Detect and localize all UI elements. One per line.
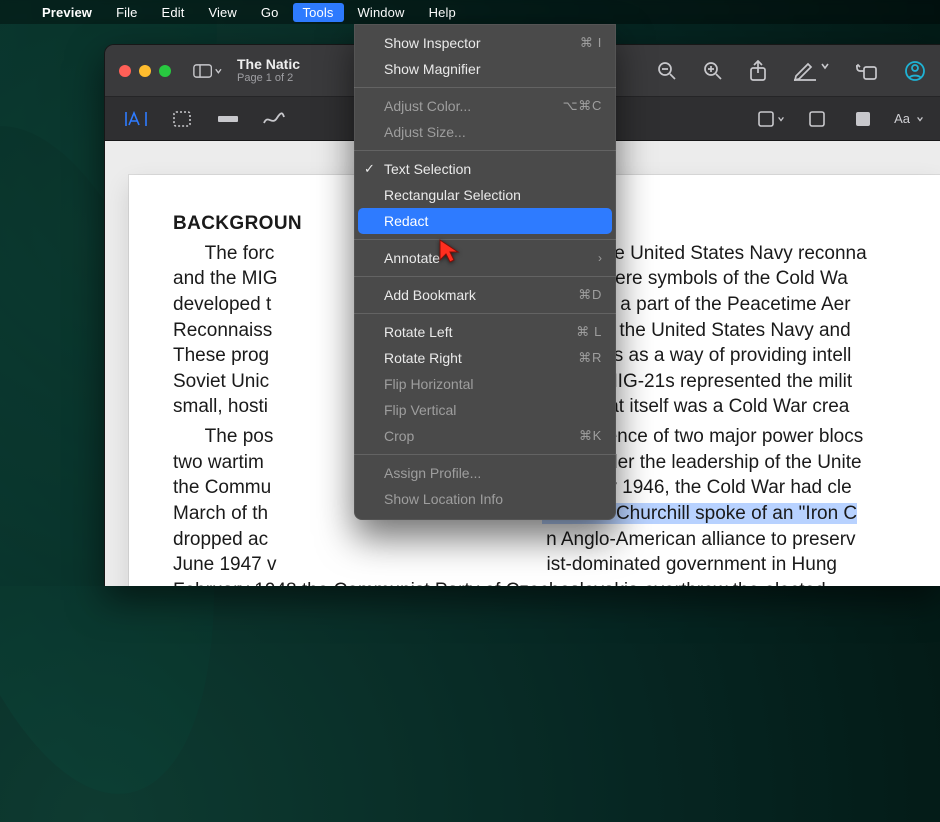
rotate-icon[interactable] bbox=[856, 61, 878, 81]
fullscreen-button[interactable] bbox=[159, 65, 171, 77]
zoom-in-icon[interactable] bbox=[703, 61, 723, 81]
tools-menu: Show Inspector⌘ I Show Magnifier Adjust … bbox=[354, 24, 616, 520]
menubar: Preview File Edit View Go Tools Window H… bbox=[0, 0, 940, 24]
menubar-item-go[interactable]: Go bbox=[251, 3, 289, 22]
menubar-item-tools[interactable]: Tools bbox=[293, 3, 344, 22]
chevron-right-icon: › bbox=[598, 251, 602, 265]
font-label: Aa bbox=[894, 111, 910, 126]
minimize-button[interactable] bbox=[139, 65, 151, 77]
menu-item-show-magnifier[interactable]: Show Magnifier bbox=[354, 56, 616, 82]
markup-icon[interactable] bbox=[793, 61, 830, 81]
menubar-item-view[interactable]: View bbox=[198, 3, 246, 22]
menu-item-text-selection[interactable]: ✓ Text Selection bbox=[354, 156, 616, 182]
redact-tool[interactable] bbox=[213, 106, 243, 132]
close-button[interactable] bbox=[119, 65, 131, 77]
menu-item-show-location-info: Show Location Info bbox=[354, 486, 616, 512]
fill-color-button[interactable] bbox=[848, 106, 878, 132]
menu-item-show-inspector[interactable]: Show Inspector⌘ I bbox=[354, 30, 616, 56]
menubar-item-edit[interactable]: Edit bbox=[152, 3, 195, 22]
border-color-button[interactable] bbox=[802, 106, 832, 132]
font-button[interactable]: Aa bbox=[894, 111, 924, 126]
menu-item-add-bookmark[interactable]: Add Bookmark⌘D bbox=[354, 282, 616, 308]
menu-item-rotate-left[interactable]: Rotate Left⌘ L bbox=[354, 319, 616, 345]
menu-item-redact[interactable]: Redact bbox=[358, 208, 612, 234]
menu-item-rotate-right[interactable]: Rotate Right⌘R bbox=[354, 345, 616, 371]
text-select-tool[interactable] bbox=[121, 106, 151, 132]
menubar-item-preview[interactable]: Preview bbox=[32, 3, 102, 22]
shape-style-button[interactable] bbox=[756, 106, 786, 132]
menu-item-adjust-size: Adjust Size... bbox=[354, 119, 616, 145]
window-controls bbox=[119, 65, 171, 77]
zoom-out-icon[interactable] bbox=[657, 61, 677, 81]
document-title: The Natic bbox=[237, 56, 300, 72]
sketch-tool[interactable] bbox=[259, 106, 289, 132]
menu-item-rectangular-selection[interactable]: Rectangular Selection bbox=[354, 182, 616, 208]
menu-item-assign-profile: Assign Profile... bbox=[354, 460, 616, 486]
menubar-item-window[interactable]: Window bbox=[348, 3, 415, 22]
page-indicator: Page 1 of 2 bbox=[237, 72, 300, 85]
menu-item-crop: Crop⌘K bbox=[354, 423, 616, 449]
sidebar-toggle-button[interactable] bbox=[193, 57, 223, 85]
menu-item-flip-vertical: Flip Vertical bbox=[354, 397, 616, 423]
menu-item-flip-horizontal: Flip Horizontal bbox=[354, 371, 616, 397]
check-icon: ✓ bbox=[364, 161, 375, 177]
search-icon[interactable] bbox=[904, 60, 926, 82]
menubar-item-help[interactable]: Help bbox=[419, 3, 466, 22]
menu-item-adjust-color: Adjust Color...⌥⌘C bbox=[354, 93, 616, 119]
rect-select-tool[interactable] bbox=[167, 106, 197, 132]
share-icon[interactable] bbox=[749, 60, 767, 82]
menubar-item-file[interactable]: File bbox=[106, 3, 147, 22]
menu-item-annotate[interactable]: Annotate› bbox=[354, 245, 616, 271]
